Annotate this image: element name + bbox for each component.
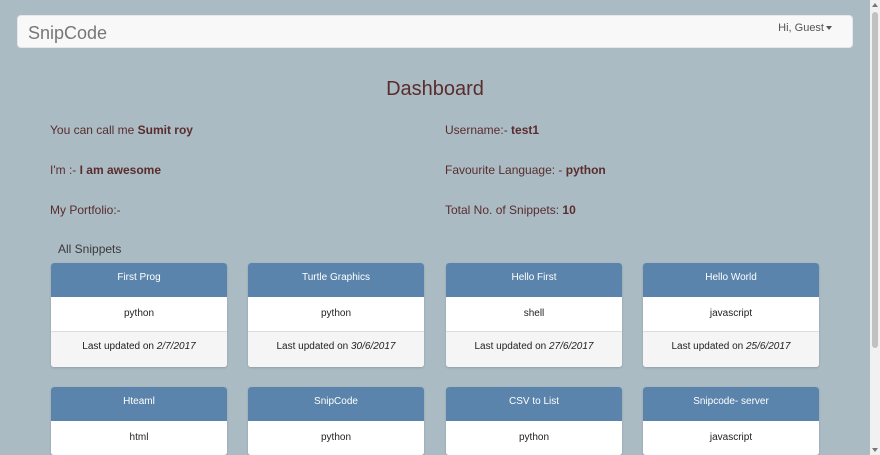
snippet-card-updated-label: Last updated on [671,341,746,352]
profile-about-label: I'm :- [50,163,80,177]
snippet-card-footer: Last updated on 2/7/2017 [51,331,227,367]
user-menu-dropdown[interactable]: Hi, Guest [778,22,832,34]
snippet-card[interactable]: Hello World javascript Last updated on 2… [643,263,819,367]
profile-about: I'm :- I am awesome [50,163,161,177]
scroll-up-arrow-icon[interactable] [872,3,878,7]
profile-portfolio-label: My Portfolio:- [50,203,121,217]
profile-about-value: I am awesome [79,163,161,177]
caret-down-icon [826,26,832,31]
snippet-card-title[interactable]: First Prog [51,263,227,297]
snippet-card[interactable]: SnipCode python [248,387,424,455]
snippet-card[interactable]: CSV to List python [446,387,622,455]
page: SnipCode Hi, Guest Dashboard You can cal… [0,0,880,455]
snippet-card-updated-label: Last updated on [82,341,157,352]
scroll-down-arrow-icon[interactable] [872,448,878,452]
profile-name: You can call me Sumit roy [50,123,193,137]
snippet-card-language: python [248,297,424,331]
profile-name-label: You can call me [50,123,138,137]
snippet-card-language: python [446,421,622,455]
profile-username-label: Username:- [445,123,512,137]
profile-name-value: Sumit roy [137,123,193,137]
snippet-card-date: 25/6/2017 [746,341,791,352]
scrollbar-thumb[interactable] [872,12,878,348]
snippet-card-footer: Last updated on 27/6/2017 [446,331,622,367]
profile-language-label: Favourite Language: - [445,163,566,177]
vertical-scrollbar[interactable] [870,0,880,455]
snippet-card-title[interactable]: Hello World [643,263,819,297]
profile-snippet-count: Total No. of Snippets: 10 [445,203,576,217]
snippet-card-date: 2/7/2017 [156,341,196,352]
profile-snippet-count-value: 10 [562,203,576,217]
brand-link[interactable]: SnipCode [28,23,107,44]
page-title: Dashboard [386,78,484,100]
snippet-card[interactable]: Hteaml html [51,387,227,455]
snippet-card-date: 30/6/2017 [351,341,396,352]
all-snippets-heading: All Snippets [58,242,122,256]
snippet-card-language: shell [446,297,622,331]
snippet-card-title[interactable]: Snipcode- server [643,387,819,421]
snippet-card-language: python [248,421,424,455]
profile-username: Username:- test1 [445,123,539,137]
snippet-card-footer: Last updated on 30/6/2017 [248,331,424,367]
navbar: SnipCode Hi, Guest [17,15,853,48]
snippet-card[interactable]: Snipcode- server javascript [643,387,819,455]
snippet-card-title[interactable]: Hello First [446,263,622,297]
profile-snippet-count-label: Total No. of Snippets: [445,203,563,217]
snippet-card-language: html [51,421,227,455]
snippet-card-title[interactable]: SnipCode [248,387,424,421]
snippet-card-updated-label: Last updated on [276,341,351,352]
profile-language-value: python [565,163,606,177]
snippet-card[interactable]: Turtle Graphics python Last updated on 3… [248,263,424,367]
snippet-card-updated-label: Last updated on [474,341,549,352]
snippet-card-language: python [51,297,227,331]
snippet-card-language: javascript [643,421,819,455]
profile-username-value: test1 [511,123,540,137]
snippet-card-title[interactable]: Hteaml [51,387,227,421]
profile-portfolio: My Portfolio:- [50,203,121,217]
snippet-card-footer: Last updated on 25/6/2017 [643,331,819,367]
snippet-card-title[interactable]: Turtle Graphics [248,263,424,297]
profile-language: Favourite Language: - python [445,163,606,177]
snippet-card-date: 27/6/2017 [549,341,594,352]
snippet-card-language: javascript [643,297,819,331]
snippet-card[interactable]: Hello First shell Last updated on 27/6/2… [446,263,622,367]
snippet-card-title[interactable]: CSV to List [446,387,622,421]
user-menu-label: Hi, Guest [778,22,824,34]
snippet-card[interactable]: First Prog python Last updated on 2/7/20… [51,263,227,367]
